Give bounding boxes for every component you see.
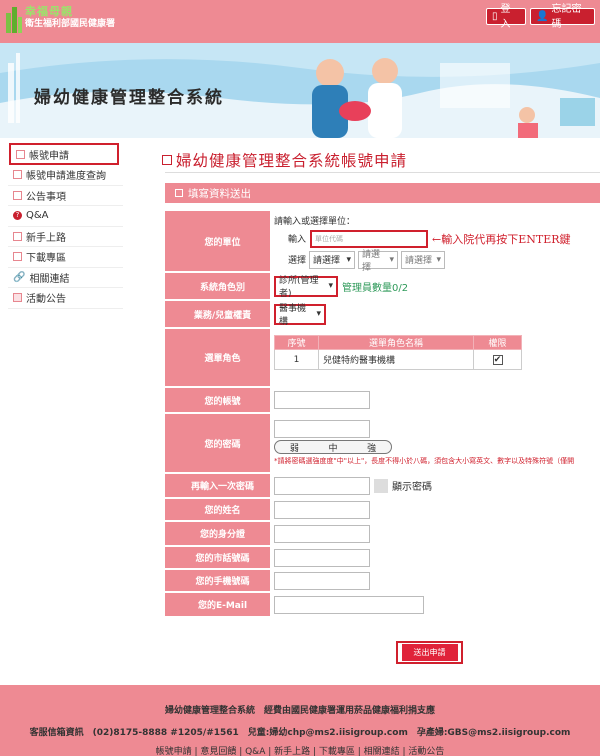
sidebar-item-getting-started[interactable]: 新手上路 — [8, 227, 123, 247]
password-confirm-input[interactable] — [274, 476, 370, 495]
mobile-label: 您的手機號碼 — [165, 570, 270, 591]
chevron-down-icon: ▾ — [346, 254, 352, 265]
password-confirm-label: 再輸入一次密碼 — [165, 474, 270, 497]
account-input[interactable] — [274, 391, 370, 409]
choose-role-label: 選單角色 — [165, 329, 270, 386]
login-icon: ▯ — [492, 11, 498, 22]
square-icon — [175, 189, 183, 197]
role-table-header: 權限 — [473, 335, 522, 350]
email-label: 您的E-Mail — [165, 593, 270, 616]
square-icon — [16, 149, 25, 159]
unit-label: 您的單位 — [165, 211, 270, 271]
account-row: 您的帳號 — [165, 388, 600, 413]
tel-row: 您的市話號碼 — [165, 547, 600, 569]
square-icon — [13, 252, 22, 262]
footer-contact: 客服信箱資訊 (02)8175-8888 #1205/#1561 兒童:婦幼ch… — [29, 728, 571, 738]
business-label: 業務/兒童權責 — [165, 301, 270, 327]
unit-prompt: 請輸入或選擇單位： — [274, 216, 356, 227]
unit-select-3[interactable]: 請選擇 ▾ — [401, 250, 446, 269]
square-icon — [162, 155, 172, 165]
sidebar-item-events[interactable]: 活動公告 — [8, 288, 123, 309]
chevron-down-icon: ▾ — [316, 309, 321, 319]
unit-input-label: 輸入 — [288, 235, 307, 245]
sidebar: 帳號申請 帳號申請進度查詢 公告事項 ? Q&A 新手上路 下載專區 🔗 相關連… — [8, 143, 123, 309]
square-icon — [13, 231, 22, 241]
role-table-header: 序號 — [274, 335, 319, 350]
business-row: 業務/兒童權責 醫事機構 ▾ — [165, 301, 600, 328]
chevron-down-icon: ▾ — [328, 281, 333, 291]
section-header: 填寫資料送出 — [165, 183, 600, 203]
id-label: 您的身分證 — [165, 522, 270, 545]
submit-button[interactable]: 送出申請 — [396, 641, 463, 664]
square-icon — [13, 170, 22, 180]
footer-links[interactable]: 帳號申請 | 意見回饋 | Q&A | 新手上路 | 下載專區 | 相關連結 |… — [0, 744, 600, 756]
system-role-row: 系統角色別 診所(管理者) ▾ 管理員數量0/2 — [165, 273, 600, 300]
sidebar-item-announcements[interactable]: 公告事項 — [8, 186, 123, 206]
unit-code-input[interactable]: 單位代碼 — [310, 229, 429, 248]
sidebar-item-links[interactable]: 🔗 相關連結 — [8, 268, 123, 288]
calendar-icon — [13, 293, 22, 303]
system-role-select[interactable]: 診所(管理者) ▾ — [274, 275, 338, 299]
footer-funding: 婦幼健康管理整合系統 經費由國民健康署運用菸品健康福利捐支應 — [164, 706, 435, 716]
table-row: 1 兒健特約醫事機構 ✔ — [274, 349, 522, 370]
question-icon: ? — [13, 211, 22, 221]
password-label: 您的密碼 — [165, 414, 270, 472]
link-icon: 🔗 — [13, 271, 26, 283]
site-logo[interactable]: 幸福母親 衛生福利部國民健康署 — [6, 5, 115, 33]
email-row: 您的E-Mail — [165, 593, 600, 617]
name-label: 您的姓名 — [165, 499, 270, 520]
role-permission-checkbox[interactable]: ✔ — [492, 354, 503, 365]
top-bar: 幸福母親 衛生福利部國民健康署 ▯ 登入 👤 忘記密碼 — [0, 0, 600, 43]
name-row: 您的姓名 — [165, 499, 600, 521]
logo-icon — [6, 5, 22, 33]
tel-label: 您的市話號碼 — [165, 547, 270, 568]
show-password-checkbox[interactable] — [374, 478, 388, 493]
banner: 婦幼健康管理整合系統 — [0, 43, 600, 138]
password-row: 您的密碼 弱 中 強 *請將密碼選強度度"中"以上"，長度不得小於八碼，須包含大… — [165, 414, 600, 473]
unit-select-label: 選擇 — [288, 256, 307, 266]
admin-quota: 管理員數量0/2 — [342, 282, 409, 294]
password-rule-text: *請將密碼選強度度"中"以上"，長度不得小於八碼，須包含大小寫英文、數字以及特殊… — [274, 457, 575, 465]
login-button[interactable]: ▯ 登入 — [486, 4, 526, 30]
chevron-down-icon: ▾ — [436, 254, 442, 265]
banner-title: 婦幼健康管理整合系統 — [34, 88, 224, 108]
name-input[interactable] — [274, 500, 370, 519]
sidebar-item-account-apply[interactable]: 帳號申請 — [9, 143, 119, 165]
tel-input[interactable] — [274, 548, 370, 567]
id-row: 您的身分證 — [165, 522, 600, 546]
unit-select-1[interactable]: 請選擇 ▾ — [309, 250, 356, 269]
password-strength-meter: 弱 中 強 — [274, 440, 392, 454]
role-table: 序號 選單角色名稱 權限 1 兒健特約醫事機構 ✔ — [274, 335, 522, 370]
unit-select-2[interactable]: 請選擇 ▾ — [358, 250, 399, 273]
password-confirm-row: 再輸入一次密碼 顯示密碼 — [165, 474, 600, 498]
show-password-label: 顯示密碼 — [392, 482, 432, 493]
logo-subtitle: 衛生福利部國民健康署 — [25, 19, 116, 29]
id-input[interactable] — [274, 524, 370, 543]
sidebar-item-qa[interactable]: ? Q&A — [8, 206, 123, 227]
square-icon — [13, 190, 22, 200]
system-role-label: 系統角色別 — [165, 273, 270, 299]
account-label: 您的帳號 — [165, 388, 270, 412]
password-input[interactable] — [274, 420, 370, 438]
unit-hint: ←輸入院代再按下ENTER鍵 — [432, 232, 571, 246]
forgot-password-button[interactable]: 👤 忘記密碼 — [530, 4, 595, 30]
chevron-down-icon: ▾ — [389, 254, 395, 265]
user-icon: 👤 — [536, 11, 549, 22]
sidebar-item-downloads[interactable]: 下載專區 — [8, 247, 123, 268]
mobile-row: 您的手機號碼 — [165, 570, 600, 592]
footer: 婦幼健康管理整合系統 經費由國民健康署運用菸品健康福利捐支應 客服信箱資訊 (0… — [0, 685, 600, 756]
business-select[interactable]: 醫事機構 ▾ — [274, 303, 326, 327]
choose-role-row: 選單角色 序號 選單角色名稱 權限 1 兒健特約醫事機構 ✔ — [165, 329, 600, 387]
email-input[interactable] — [274, 595, 424, 614]
sidebar-item-apply-progress[interactable]: 帳號申請進度查詢 — [8, 165, 123, 186]
logo-title: 幸福母親 — [25, 5, 73, 18]
role-table-header: 選單角色名稱 — [318, 335, 474, 350]
page-title: 婦幼健康管理整合系統帳號申請 — [162, 149, 407, 171]
mobile-input[interactable] — [274, 571, 370, 590]
unit-row: 您的單位 請輸入或選擇單位： 輸入 單位代碼 ←輸入院代再按下ENTER鍵 選擇… — [165, 211, 600, 273]
